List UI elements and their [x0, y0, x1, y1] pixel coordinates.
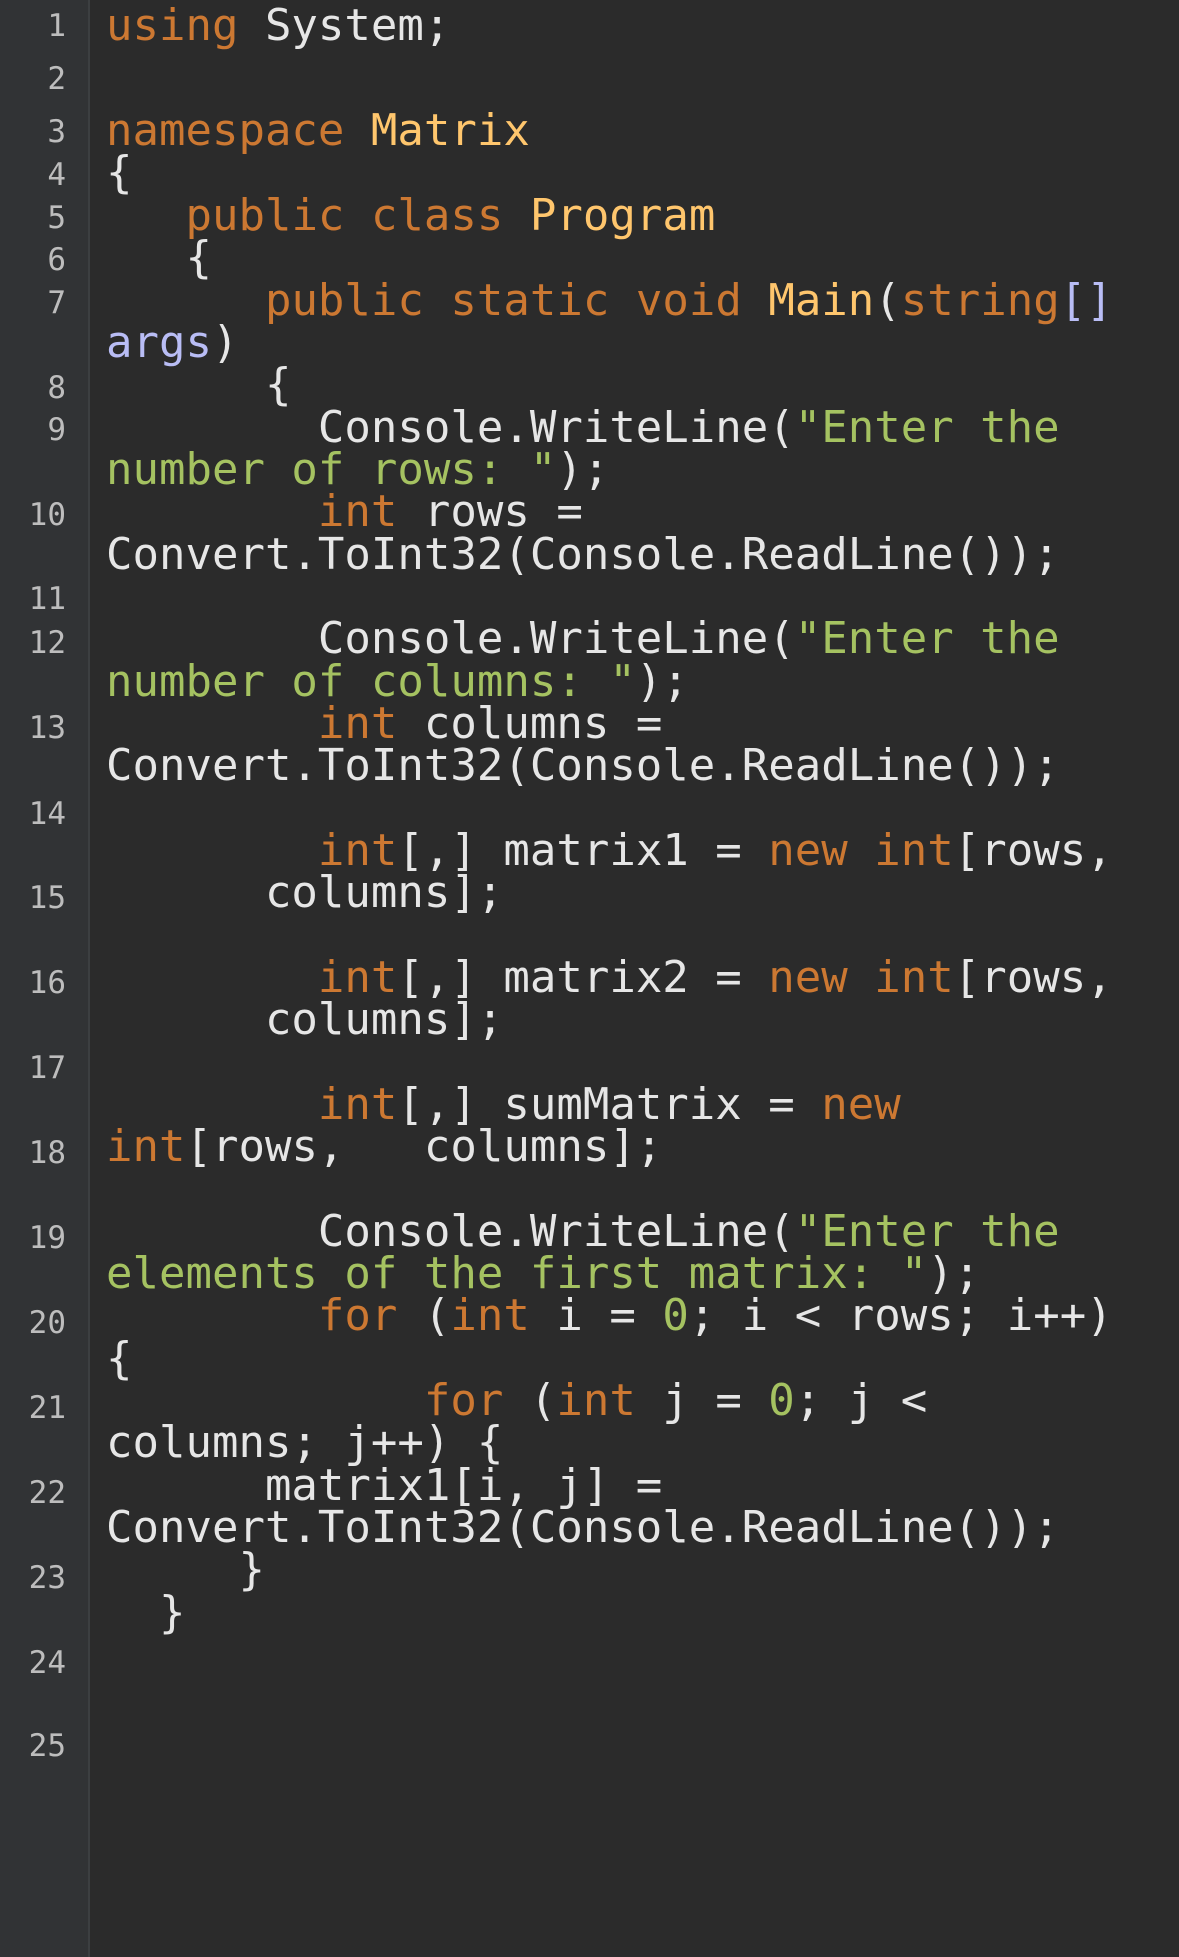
line-number: 23 [28, 1560, 66, 1596]
code-line[interactable]: int[rows, columns]; [106, 1121, 1169, 1174]
code-token: } [106, 1587, 186, 1638]
line-number: 22 [28, 1475, 66, 1511]
code-token: System; [238, 0, 451, 51]
line-number: 14 [28, 796, 66, 832]
line-number: 2 [47, 61, 66, 97]
line-number: 13 [28, 710, 66, 746]
line-number: 18 [28, 1135, 66, 1171]
code-line[interactable]: using System; [106, 0, 1169, 53]
line-number: 9 [47, 412, 66, 448]
line-number: 12 [28, 625, 66, 661]
code-token: columns]; [106, 867, 504, 918]
code-token: [rows, columns]; [185, 1121, 663, 1172]
code-token: using [106, 0, 239, 51]
code-line[interactable]: columns]; [106, 994, 1169, 1047]
line-number: 7 [47, 285, 66, 321]
line-number: 20 [28, 1305, 66, 1341]
line-number: 17 [28, 1050, 66, 1086]
line-number: 24 [28, 1645, 66, 1681]
line-number: 1 [47, 8, 66, 44]
code-editor[interactable]: 1 2 3 4 5 6 7 8 9 10 11 12 13 14 15 16 17 18 19 20 21 22 23 24 2… [0, 0, 1179, 1957]
line-number: 19 [28, 1220, 66, 1256]
code-token: int [106, 1121, 186, 1172]
code-line[interactable]: columns]; [106, 867, 1169, 920]
code-line[interactable]: } [106, 1587, 1169, 1640]
code-line[interactable]: Convert.ToInt32(Console.ReadLine()); [106, 740, 1169, 793]
code-token: columns]; [106, 994, 504, 1045]
line-number: 15 [28, 880, 66, 916]
code-token: Convert.ToInt32(Console.ReadLine()); [106, 529, 1060, 580]
line-number: 10 [28, 497, 66, 533]
line-number: 25 [28, 1728, 66, 1764]
line-number: 21 [28, 1390, 66, 1426]
code-token: Convert.ToInt32(Console.ReadLine()); [106, 740, 1060, 791]
code-line[interactable]: Convert.ToInt32(Console.ReadLine()); [106, 529, 1169, 582]
line-number: 16 [28, 965, 66, 1001]
